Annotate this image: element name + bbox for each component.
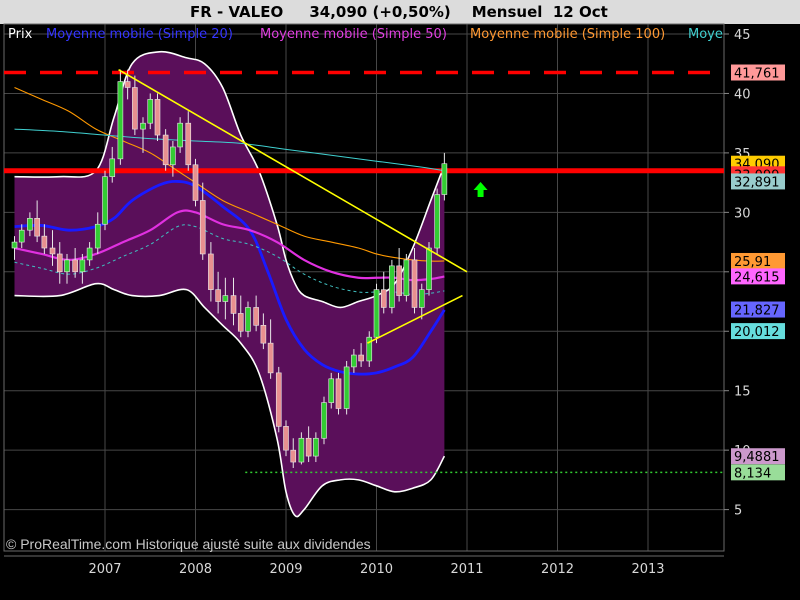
candle-up bbox=[389, 265, 395, 308]
candle-up bbox=[140, 122, 146, 130]
price-tag-label: 8,134 bbox=[734, 466, 771, 481]
candle-down bbox=[305, 437, 312, 457]
candle-down bbox=[192, 164, 199, 201]
y-tick-label: 30 bbox=[734, 206, 751, 221]
candle-down bbox=[72, 259, 78, 273]
legend-ma20: Moyenne mobile (Simple 20) bbox=[46, 27, 233, 42]
candle-up bbox=[351, 354, 357, 368]
candle-down bbox=[358, 354, 364, 362]
price-tag-label: 9,4881 bbox=[734, 450, 780, 465]
legend-price: Prix bbox=[8, 27, 33, 42]
candle-up bbox=[321, 402, 327, 439]
legend-ma200: Moye bbox=[688, 27, 723, 42]
candle-up bbox=[177, 122, 183, 148]
candle-down bbox=[132, 87, 138, 130]
candle-down bbox=[124, 81, 131, 88]
candle-up bbox=[298, 437, 305, 463]
candle-down bbox=[49, 247, 56, 255]
candle-down bbox=[162, 134, 169, 166]
candle-down bbox=[396, 265, 402, 296]
candle-up bbox=[94, 223, 101, 249]
candle-down bbox=[260, 325, 267, 344]
price-tag-label: 25,91 bbox=[734, 255, 771, 270]
candle-down bbox=[208, 253, 214, 290]
legend-ma100: Moyenne mobile (Simple 100) bbox=[470, 27, 665, 42]
candle-up bbox=[147, 99, 154, 124]
candle-up bbox=[11, 241, 18, 249]
x-tick-label: 2011 bbox=[450, 562, 483, 577]
y-tick-label: 45 bbox=[734, 28, 751, 43]
candle-up bbox=[441, 163, 448, 195]
y-tick-label: 40 bbox=[734, 87, 751, 102]
candle-down bbox=[185, 122, 192, 166]
candle-down bbox=[215, 289, 221, 302]
price-tag-label: 24,615 bbox=[734, 270, 780, 285]
candle-down bbox=[275, 372, 282, 427]
y-tick-label: 5 bbox=[734, 504, 742, 519]
candle-up bbox=[426, 247, 432, 290]
candle-down bbox=[411, 259, 418, 308]
candle-up bbox=[27, 217, 33, 231]
candle-up bbox=[434, 194, 440, 249]
candle-up bbox=[109, 158, 116, 177]
candle-down bbox=[267, 342, 274, 374]
candle-up bbox=[343, 366, 350, 409]
candle-down bbox=[230, 295, 237, 314]
candle-down bbox=[41, 235, 48, 249]
price-tag-label: 21,827 bbox=[734, 304, 780, 319]
candle-up bbox=[170, 146, 176, 166]
candle-down bbox=[283, 426, 289, 451]
candle-down bbox=[56, 253, 63, 273]
candle-down bbox=[34, 217, 40, 237]
candle-up bbox=[418, 289, 425, 308]
candle-up bbox=[86, 247, 93, 261]
price-tag-label: 41,761 bbox=[734, 67, 780, 82]
watermark: © ProRealTime.com Historique ajusté suit… bbox=[6, 536, 371, 552]
x-tick-label: 2009 bbox=[269, 562, 302, 577]
candle-up bbox=[313, 437, 319, 457]
candle-down bbox=[253, 307, 259, 326]
candle-up bbox=[117, 81, 124, 160]
candle-up bbox=[373, 289, 380, 338]
candle-up bbox=[102, 176, 108, 225]
candle-down bbox=[290, 449, 297, 463]
legend: Prix Moyenne mobile (Simple 20) Moyenne … bbox=[8, 27, 723, 42]
candle-down bbox=[154, 99, 161, 136]
candle-up bbox=[222, 295, 229, 302]
legend-ma50: Moyenne mobile (Simple 50) bbox=[260, 27, 447, 42]
price-tag-label: 32,891 bbox=[734, 175, 780, 190]
candle-up bbox=[403, 259, 410, 296]
x-tick-label: 2010 bbox=[360, 562, 393, 577]
candle-up bbox=[328, 378, 335, 403]
candle-up bbox=[18, 229, 25, 243]
x-tick-label: 2013 bbox=[631, 562, 664, 577]
y-tick-label: 15 bbox=[734, 385, 751, 400]
candle-up bbox=[245, 307, 251, 332]
candle-up bbox=[64, 259, 70, 273]
x-tick-label: 2008 bbox=[179, 562, 212, 577]
x-tick-label: 2007 bbox=[88, 562, 121, 577]
candle-down bbox=[380, 289, 387, 308]
candle-down bbox=[237, 313, 244, 332]
price-tag-label: 20,012 bbox=[734, 325, 780, 340]
price-chart[interactable]: 51015202530354045 2007200820092010201120… bbox=[0, 0, 800, 600]
candle-down bbox=[335, 378, 342, 409]
candle-up bbox=[79, 259, 86, 273]
candle-down bbox=[199, 200, 206, 255]
x-tick-label: 2012 bbox=[541, 562, 574, 577]
